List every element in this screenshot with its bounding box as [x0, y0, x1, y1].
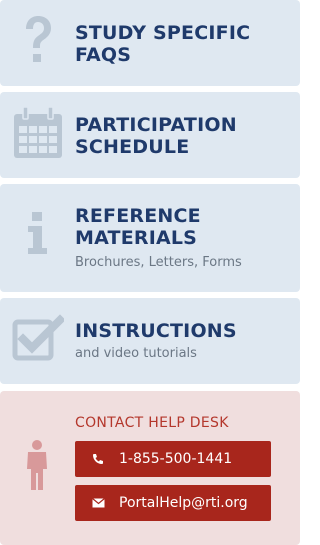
title-line-1: INSTRUCTIONS — [75, 320, 237, 342]
phone-button[interactable]: 1-855-500-1441 — [75, 441, 271, 477]
nav-item-instructions[interactable]: INSTRUCTIONS and video tutorials — [0, 298, 300, 384]
title-line-1: REFERENCE — [75, 205, 201, 227]
title-line-2: FAQS — [75, 44, 132, 66]
nav-item-subtitle: and video tutorials — [75, 346, 197, 361]
info-icon — [12, 210, 64, 256]
nav-item-title: INSTRUCTIONS — [75, 320, 292, 342]
nav-item-study-faqs[interactable]: STUDY SPECIFIC FAQS — [0, 0, 300, 86]
email-address: PortalHelp@rti.org — [119, 495, 248, 511]
calendar-icon — [12, 106, 64, 160]
nav-item-title: STUDY SPECIFIC FAQS — [75, 22, 292, 66]
title-line-2: MATERIALS — [75, 227, 198, 249]
help-desk-title: CONTACT HELP DESK — [75, 415, 229, 431]
person-icon — [24, 439, 50, 495]
nav-item-participation-schedule[interactable]: PARTICIPATION SCHEDULE — [0, 92, 300, 178]
nav-item-reference-materials[interactable]: REFERENCE MATERIALS Brochures, Letters, … — [0, 184, 300, 292]
phone-number: 1-855-500-1441 — [119, 451, 233, 467]
nav-item-title: PARTICIPATION SCHEDULE — [75, 114, 292, 158]
title-line-2: SCHEDULE — [75, 136, 190, 158]
title-line-1: STUDY SPECIFIC — [75, 22, 251, 44]
title-line-1: PARTICIPATION — [75, 114, 237, 136]
checkbox-icon — [12, 314, 64, 362]
question-mark-icon — [12, 14, 64, 66]
envelope-icon — [91, 496, 105, 510]
nav-item-title: REFERENCE MATERIALS — [75, 205, 292, 249]
nav-item-subtitle: Brochures, Letters, Forms — [75, 255, 242, 270]
phone-icon — [91, 452, 105, 466]
email-button[interactable]: PortalHelp@rti.org — [75, 485, 271, 521]
